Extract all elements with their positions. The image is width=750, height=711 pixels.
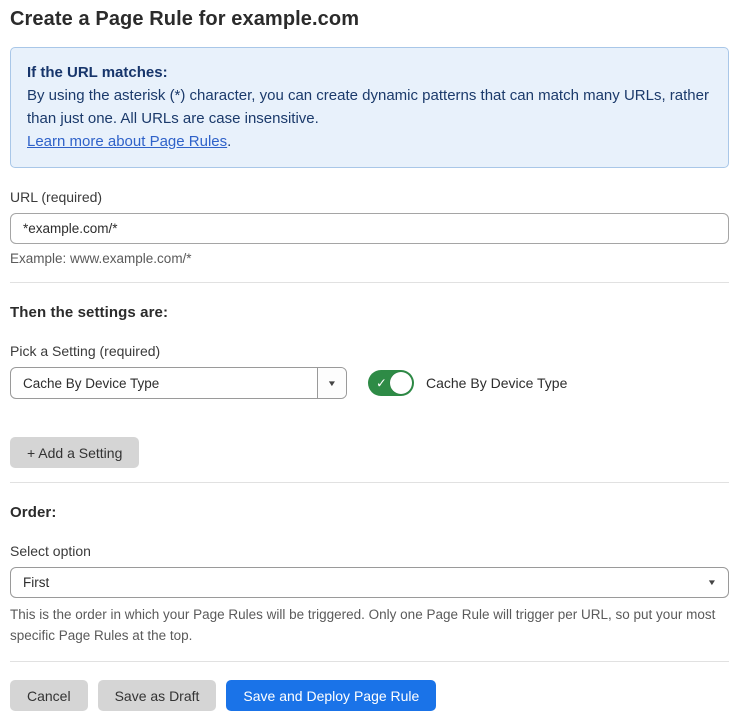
divider [10,661,729,662]
info-box-heading: If the URL matches: [27,61,712,84]
save-as-draft-button[interactable]: Save as Draft [98,680,217,711]
order-help-text: This is the order in which your Page Rul… [10,604,729,646]
toggle-knob [390,372,412,394]
order-select-label: Select option [10,543,729,559]
chevron-down-icon: ▼ [327,379,337,388]
setting-dropdown-value: Cache By Device Type [11,368,317,398]
settings-section-heading: Then the settings are: [10,304,729,321]
create-page-rule-panel: Create a Page Rule for example.com If th… [0,0,750,711]
setting-dropdown[interactable]: Cache By Device Type ▼ [10,367,347,399]
info-box-body: By using the asterisk (*) character, you… [27,84,712,130]
divider [10,282,729,283]
page-title: Create a Page Rule for example.com [10,8,729,31]
add-setting-button[interactable]: + Add a Setting [10,437,139,468]
order-select-value: First [23,575,49,590]
save-and-deploy-button[interactable]: Save and Deploy Page Rule [226,680,436,711]
setting-row: Cache By Device Type ▼ ✓ Cache By Device… [10,367,729,399]
cache-by-device-type-toggle[interactable]: ✓ [368,370,414,396]
check-icon: ✓ [376,377,387,390]
chevron-down-icon: ▼ [707,578,717,587]
link-suffix: . [227,133,231,150]
url-input[interactable] [10,213,729,244]
actions-row: Cancel Save as Draft Save and Deploy Pag… [10,680,729,711]
cancel-button[interactable]: Cancel [10,680,88,711]
order-select[interactable]: First ▼ [10,567,729,598]
order-section-heading: Order: [10,504,729,521]
divider [10,482,729,483]
pick-setting-label: Pick a Setting (required) [10,343,729,359]
url-field-label: URL (required) [10,189,729,205]
url-match-info-box: If the URL matches: By using the asteris… [10,47,729,168]
toggle-label: Cache By Device Type [426,375,567,391]
info-box-link-line: Learn more about Page Rules. [27,130,712,153]
setting-dropdown-arrow-button[interactable]: ▼ [317,368,346,398]
learn-more-link[interactable]: Learn more about Page Rules [27,133,227,150]
url-example-text: Example: www.example.com/* [10,251,729,266]
